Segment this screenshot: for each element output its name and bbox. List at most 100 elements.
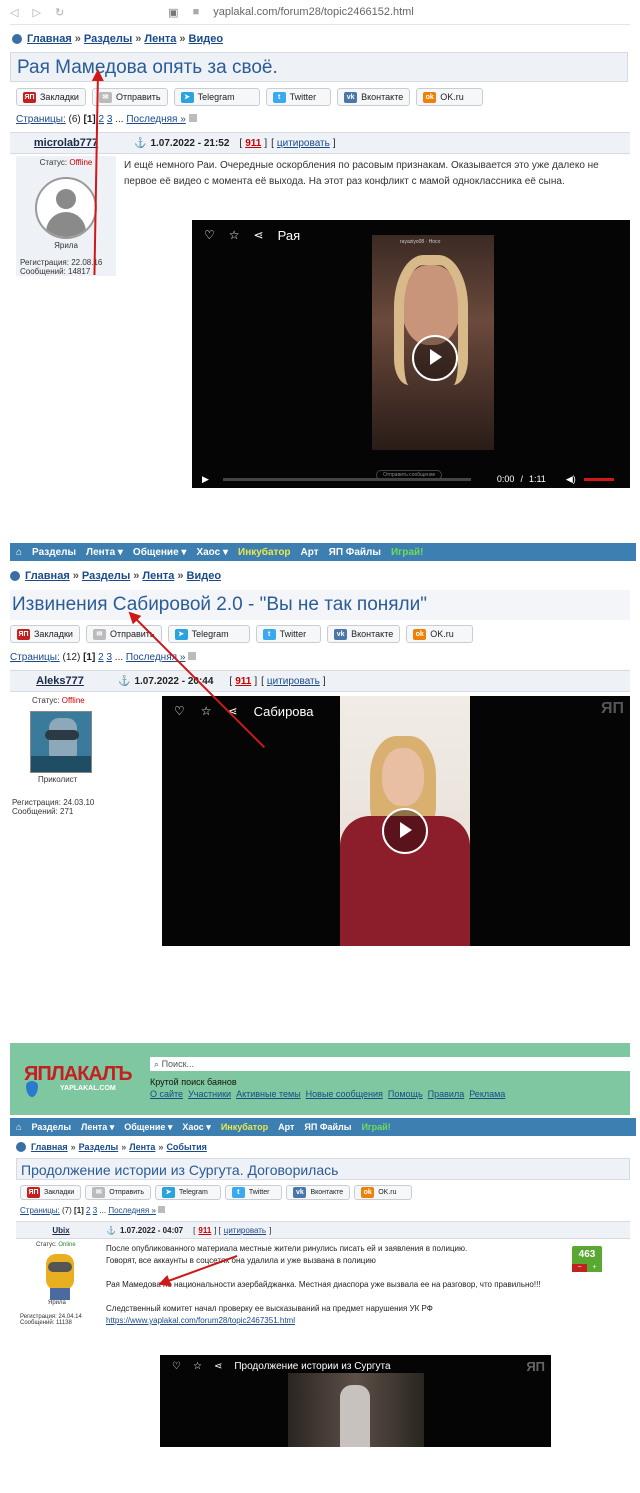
breadcrumb-3: Главная » Разделы » Лента » События: [16, 1142, 207, 1152]
share-bar-2: ЯП Закладки ✉ Отправить ➤ Telegram t Twitter…: [10, 625, 473, 643]
yap-icon: ЯП: [23, 91, 36, 103]
vk-icon: vk: [344, 91, 358, 103]
url-text[interactable]: yaplakal.com/forum28/topic2466152.html: [213, 6, 414, 18]
telegram-button[interactable]: ➤ Telegram: [173, 88, 260, 106]
video-frame: [288, 1373, 424, 1447]
post-body-3: После опубликованного материала местные …: [106, 1243, 546, 1327]
video-top-bar: ♡ ☆ ⋖ Продолжение истории из Сургута: [172, 1360, 391, 1372]
site-header: ЯПЛАКАЛЪ YAPLAKAL.COM ⌕ Поиск... Крутой …: [10, 1043, 630, 1115]
post-body: И ещё немного Раи. Очередные оскорбления…: [124, 160, 599, 187]
volume-bar[interactable]: [583, 477, 614, 481]
video-player-2[interactable]: ♡ ☆ ⋖ Сабирова ЯП: [162, 696, 630, 946]
twitter-button[interactable]: t Twitter: [265, 88, 332, 106]
breadcrumb-sections[interactable]: Разделы: [84, 33, 132, 45]
reload-icon[interactable]: ↻: [55, 6, 64, 19]
twitter-icon: t: [231, 1187, 245, 1198]
phone-user-label: rayaziyo08 · Носо: [400, 239, 441, 245]
author-name[interactable]: microlab777: [10, 137, 122, 149]
anchor-icon[interactable]: ⚓: [118, 676, 130, 687]
ok-icon: ok: [361, 1187, 375, 1198]
search-box[interactable]: ⌕ Поиск...: [150, 1057, 630, 1071]
envelope-icon: ✉: [92, 1187, 106, 1198]
post-header-3: Ubix ⚓ 1.07.2022 - 04:07 [911] [цитирова…: [16, 1221, 630, 1239]
browser-bar: ◁ ▷ ↻ ▣ ■ yaplakal.com/forum28/topic2466…: [10, 0, 630, 25]
twitter-icon: t: [272, 91, 286, 103]
ok-icon: ok: [413, 628, 427, 640]
vk-icon: vk: [334, 628, 348, 640]
bookmark-icon[interactable]: ▣: [168, 6, 178, 19]
breadcrumb: Главная » Разделы » Лента » Видео: [12, 33, 223, 45]
author-name[interactable]: Aleks777: [10, 675, 110, 687]
video-player-3[interactable]: ♡ ☆ ⋖ Продолжение истории из Сургута ЯП: [160, 1355, 551, 1447]
topic-title-3: Продолжение истории из Сургута. Договори…: [16, 1158, 630, 1180]
progress-bar[interactable]: [222, 477, 471, 481]
breadcrumb-home[interactable]: Главная: [27, 33, 72, 45]
user-sidebar: Статус: Offline Ярила Регистрация: 22.08…: [16, 156, 116, 276]
share-bar-3: ЯП Закладки ✉ Отправить ➤ Telegram t Twitter…: [20, 1185, 412, 1200]
last-page-link[interactable]: Последняя »: [126, 114, 185, 125]
user-rank: Ярила: [54, 241, 78, 250]
back-icon[interactable]: ◁: [10, 6, 18, 19]
site-logo[interactable]: ЯПЛАКАЛЪ YAPLAKAL.COM: [18, 1063, 138, 1097]
envelope-icon: ✉: [98, 91, 112, 103]
ok-button[interactable]: ok OK.ru: [416, 88, 483, 106]
breadcrumb-video[interactable]: Видео: [189, 33, 224, 45]
play-small-icon[interactable]: ▶: [202, 474, 209, 485]
pagination-3: Страницы: (7) [1] 2 3 ... Последняя »: [20, 1206, 166, 1215]
plus-button[interactable]: +: [587, 1264, 602, 1272]
score-badge: 463: [572, 1246, 602, 1264]
post-header: microlab777 ⚓ 1.07.2022 - 21:52 [911] [ц…: [10, 132, 630, 154]
anchor-icon[interactable]: ⚓: [134, 138, 146, 149]
home-icon: [10, 571, 20, 581]
video-title: Рая: [277, 227, 301, 243]
volume-icon[interactable]: ◀): [566, 474, 576, 485]
home-nav-icon[interactable]: ⌂: [16, 547, 22, 558]
rating-widget: 463 − +: [572, 1246, 602, 1272]
heart-icon[interactable]: ♡: [174, 704, 185, 718]
play-button[interactable]: [382, 808, 428, 854]
star-icon[interactable]: ☆: [201, 704, 212, 718]
breadcrumb-2: Главная » Разделы » Лента » Видео: [10, 570, 221, 582]
heart-icon[interactable]: ♡: [204, 228, 215, 242]
breadcrumb-feed[interactable]: Лента: [144, 33, 176, 45]
search-icon: ⌕: [154, 1059, 160, 1069]
share-icon[interactable]: ⋖: [254, 228, 264, 242]
play-button[interactable]: [412, 335, 458, 381]
pagination-2: Страницы: (12) [1] 2 3 ... Последняя »: [10, 652, 197, 663]
heart-icon[interactable]: ♡: [172, 1361, 181, 1372]
video-top-bar: ♡ ☆ ⋖ Сабирова: [174, 703, 314, 719]
forward-icon[interactable]: ▷: [32, 6, 40, 19]
video-controls: ▶ 0:00 / 1:11 ◀): [192, 470, 630, 488]
vk-icon: vk: [293, 1187, 307, 1198]
yap-icon: ЯП: [17, 628, 30, 640]
minus-button[interactable]: −: [572, 1264, 587, 1272]
share-bar: ЯП Закладки ✉ Отправить ➤ Telegram t Twitter…: [16, 88, 483, 106]
anchor-icon[interactable]: ⚓: [106, 1226, 116, 1235]
cite-link[interactable]: цитировать: [277, 138, 330, 149]
video-player[interactable]: ♡ ☆ ⋖ Рая rayaziyo08 · Носо Отправить со…: [192, 220, 630, 488]
topic-title-2: Извинения Сабировой 2.0 - "Вы не так пон…: [10, 590, 630, 620]
page-icon: [158, 1206, 166, 1213]
ok-icon: ok: [423, 91, 437, 103]
home-nav-icon[interactable]: ⌂: [16, 1122, 21, 1132]
yap-icon: ЯП: [27, 1187, 40, 1198]
top-nav-2: ⌂ Разделы Лента ▾ Общение ▾ Хаос ▾ Инкуб…: [10, 543, 636, 561]
page-icon: [188, 114, 197, 122]
twitter-icon: t: [262, 628, 276, 640]
star-icon[interactable]: ☆: [193, 1361, 202, 1372]
share-icon[interactable]: ⋖: [214, 1361, 222, 1372]
pagination: Страницы: (6) [1] 2 3 ... Последняя »: [16, 114, 197, 125]
vk-button[interactable]: vk Вконтакте: [337, 88, 411, 106]
bookmarks-button[interactable]: ЯП Закладки: [16, 88, 86, 106]
home-icon: [16, 1142, 26, 1152]
send-button[interactable]: ✉ Отправить: [91, 88, 168, 106]
rating-link[interactable]: 911: [245, 138, 261, 149]
lock-icon: ■: [192, 6, 200, 18]
post-header-2: Aleks777 ⚓ 1.07.2022 - 20:44 [911] [цити…: [10, 670, 630, 692]
topic-link[interactable]: https://www.yaplakal.com/forum28/topic24…: [106, 1315, 546, 1327]
avatar: [30, 711, 92, 773]
star-icon[interactable]: ☆: [229, 228, 240, 242]
avatar: [35, 177, 97, 239]
post-date: 1.07.2022 - 21:52: [150, 137, 230, 149]
page-icon: [188, 652, 197, 660]
